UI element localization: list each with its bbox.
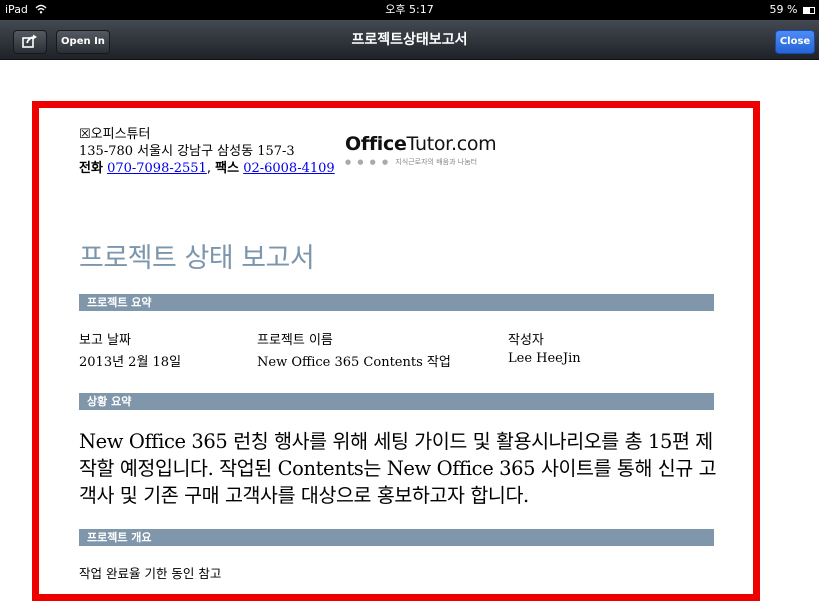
logo-rest: Tutor.com xyxy=(406,133,497,155)
logo-tagline-row: ● ● ● ● 지식근로자의 배움과 나눔터 xyxy=(345,157,496,167)
author-value: Lee HeeJin xyxy=(508,351,581,366)
section-project-overview: 프로젝트 개요 xyxy=(79,529,714,546)
fax-label: 팩스 xyxy=(215,161,240,176)
comma: , xyxy=(206,161,211,176)
status-time: 오후 5:17 xyxy=(385,3,434,16)
phone-label: 전화 xyxy=(79,161,103,176)
company-name: ☒오피스튜터 xyxy=(79,127,151,142)
fax-link[interactable]: 02-6008-4109 xyxy=(243,161,335,176)
report-title: 프로젝트 상태 보고서 xyxy=(79,243,315,274)
section-project-summary: 프로젝트 요약 xyxy=(79,294,714,311)
status-right: 59 % xyxy=(770,0,815,20)
project-name-label: 프로젝트 이름 xyxy=(257,333,333,348)
report-date-value: 2013년 2월 18일 xyxy=(79,355,182,370)
battery-percent: 59 % xyxy=(769,3,798,16)
nav-bar: Open In 프로젝트상태보고서 Close xyxy=(0,20,819,60)
section-status-summary: 상황 요약 xyxy=(79,393,714,410)
overview-text: 작업 완료율 기한 동인 참고 xyxy=(79,566,222,581)
battery-icon xyxy=(803,6,815,14)
company-address-block: ☒오피스튜터 135-780 서울시 강남구 삼성동 157-3 전화 070-… xyxy=(79,126,335,177)
status-summary-text: New Office 365 런칭 행사를 위해 세팅 가이드 및 활용시나리오… xyxy=(79,430,717,507)
company-address: 135-780 서울시 강남구 삼성동 157-3 xyxy=(79,144,295,159)
document-frame: ☒오피스튜터 135-780 서울시 강남구 삼성동 157-3 전화 070-… xyxy=(32,101,760,601)
document-page: ☒오피스튜터 135-780 서울시 강남구 삼성동 157-3 전화 070-… xyxy=(39,108,753,601)
logo-brand: OfficeTutor.com xyxy=(345,133,497,155)
officetutor-logo: OfficeTutor.com ● ● ● ● 지식근로자의 배움과 나눔터 xyxy=(345,133,497,167)
author-label: 작성자 xyxy=(508,333,544,348)
nav-title: 프로젝트상태보고서 xyxy=(351,32,468,48)
status-bar: iPad 오후 5:17 59 % xyxy=(0,0,819,20)
phone-link[interactable]: 070-7098-2551 xyxy=(107,161,207,176)
logo-bold: Office xyxy=(345,133,407,155)
close-button[interactable]: Close xyxy=(775,30,815,54)
project-name-value: New Office 365 Contents 작업 xyxy=(257,355,451,370)
report-date-label: 보고 날짜 xyxy=(79,333,131,348)
logo-tagline: 지식근로자의 배움과 나눔터 xyxy=(395,158,478,166)
contact-line: 전화 070-7098-2551, 팩스 02-6008-4109 xyxy=(79,160,335,177)
logo-dots: ● ● ● ● xyxy=(345,158,391,166)
